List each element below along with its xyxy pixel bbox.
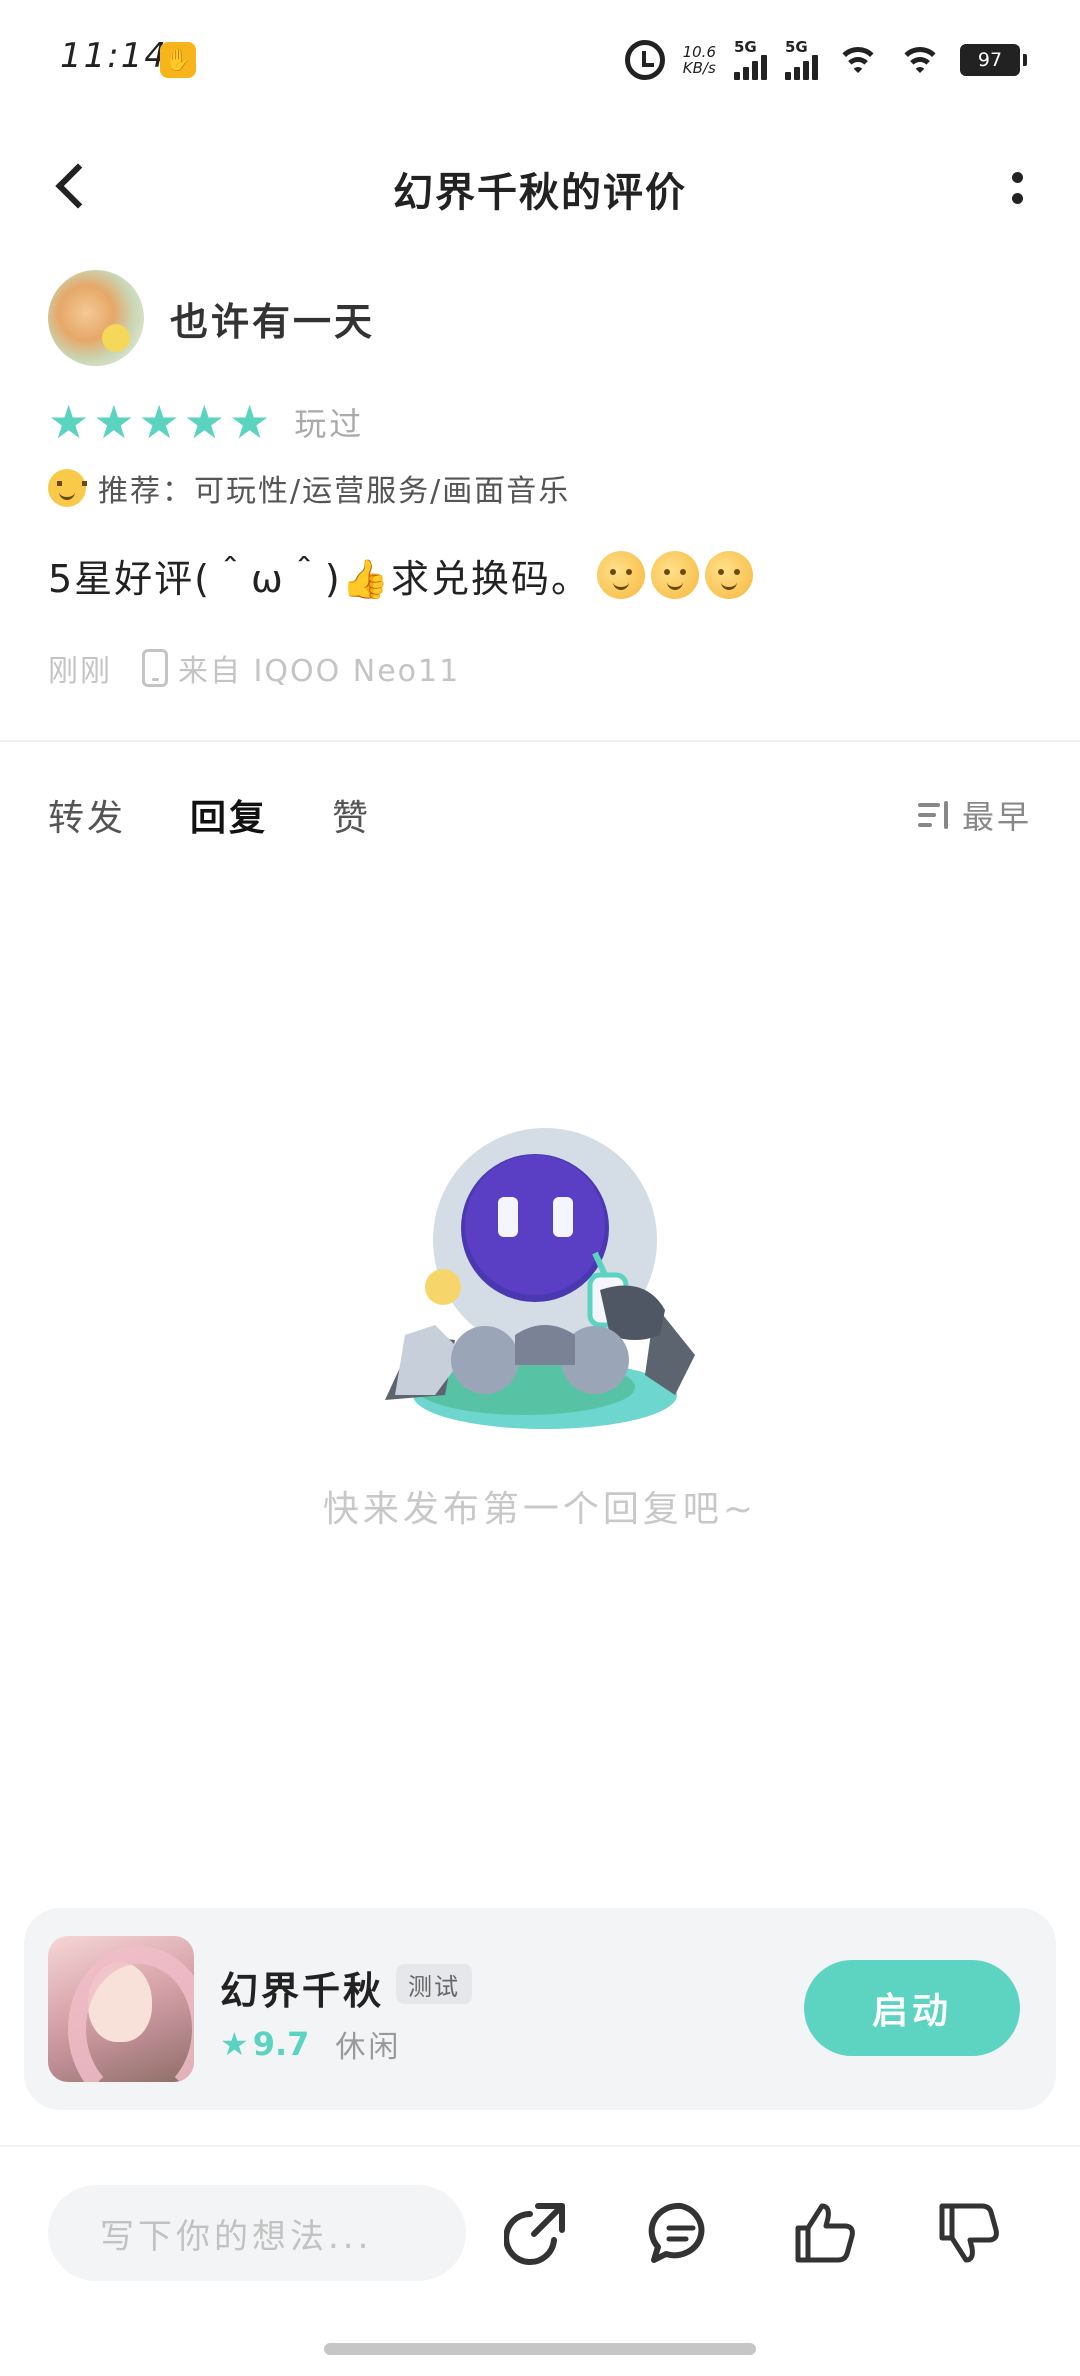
avatar[interactable] <box>48 270 144 366</box>
star-icon: ★ <box>229 395 271 449</box>
recommend-text: 推荐：可玩性/运营服务/画面音乐 <box>98 474 571 509</box>
thumbs-up-icon[interactable] <box>792 2200 858 2266</box>
robot-mascot-illustration <box>385 1128 695 1429</box>
smile-icon <box>48 469 87 507</box>
tab-replies[interactable]: 回复 <box>190 789 268 845</box>
empty-state-message: 快来发布第一个回复吧~ <box>322 1489 758 1530</box>
wifi-icon <box>836 43 880 77</box>
smiling-face-emoji-icon <box>596 551 645 599</box>
sim1-signal-icon: 5G <box>734 40 767 80</box>
sort-label: 最早 <box>961 798 1032 836</box>
star-icon: ★ <box>138 395 180 449</box>
game-genre: 休闲 <box>335 2030 402 2065</box>
bottom-divider <box>0 2145 1080 2147</box>
sim2-label: 5G <box>785 38 808 56</box>
network-speed-value: 10.6 <box>682 43 716 61</box>
game-name[interactable]: 幻界千秋 <box>220 1960 384 2015</box>
share-icon[interactable] <box>504 2200 570 2266</box>
section-divider <box>0 740 1080 742</box>
tab-repost[interactable]: 转发 <box>48 789 126 841</box>
game-thumbnail[interactable] <box>48 1936 194 2082</box>
star-icon: ★ <box>48 395 90 449</box>
hand-app-icon: ✋ <box>160 42 196 78</box>
network-speed: 10.6 KB/s <box>683 44 716 76</box>
review-rating: ★ ★ ★ ★ ★ 玩过 <box>48 398 364 446</box>
thumbs-down-icon[interactable] <box>936 2200 1002 2266</box>
sort-icon <box>917 799 952 831</box>
game-score: 9.7 <box>252 2025 310 2063</box>
recommend-row: 推荐：可玩性/运营服务/画面音乐 <box>48 466 570 510</box>
game-badge: 测试 <box>396 1964 472 2004</box>
author-name[interactable]: 也许有一天 <box>170 291 375 346</box>
alarm-icon <box>624 40 665 80</box>
review-content-text: 5星好评(＾ω＾)👍求兑换码。 <box>48 556 591 601</box>
status-bar: 11:14 ✋ 10.6 KB/s 5G 5G 97 <box>0 0 1080 120</box>
reply-tabs: 转发 回复 赞 <box>48 780 435 850</box>
home-indicator[interactable] <box>324 2343 756 2355</box>
played-label: 玩过 <box>294 405 365 443</box>
star-icon: ★ <box>93 395 135 449</box>
review-meta: 刚刚 来自 IQOO Neo11 <box>48 644 460 692</box>
game-card[interactable]: 幻界千秋 测试 ★ 9.7 休闲 启动 <box>24 1908 1056 2110</box>
launch-button[interactable]: 启动 <box>804 1960 1020 2056</box>
network-speed-unit: KB/s <box>682 59 716 77</box>
phone-icon <box>142 649 168 687</box>
comment-icon[interactable] <box>648 2200 714 2266</box>
review-author[interactable]: 也许有一天 <box>48 270 375 366</box>
battery-icon: 97 <box>960 44 1027 76</box>
star-icon: ★ <box>220 2025 249 2063</box>
sim1-label: 5G <box>734 38 757 56</box>
more-options-icon[interactable] <box>1002 168 1032 208</box>
review-device: 来自 IQOO Neo11 <box>178 654 461 689</box>
page-title: 幻界千秋的评价 <box>393 170 687 216</box>
smiling-face-emoji-icon <box>704 551 753 599</box>
status-icons: 10.6 KB/s 5G 5G 97 <box>624 36 1027 84</box>
comment-input[interactable]: 写下你的想法... <box>48 2185 466 2281</box>
wifi-icon-2 <box>898 43 942 77</box>
tab-likes[interactable]: 赞 <box>332 789 371 841</box>
status-time: 11:14 <box>60 36 168 76</box>
game-rating: ★ 9.7 休闲 <box>220 2022 401 2066</box>
sort-toggle[interactable]: 最早 <box>917 790 1032 840</box>
review-time: 刚刚 <box>48 654 112 689</box>
star-icon: ★ <box>183 395 225 449</box>
review-content: 5星好评(＾ω＾)👍求兑换码。 <box>48 545 753 605</box>
nav-header: 幻界千秋的评价 <box>0 130 1080 240</box>
sim2-signal-icon: 5G <box>785 40 818 80</box>
smiling-face-emoji-icon <box>650 551 699 599</box>
